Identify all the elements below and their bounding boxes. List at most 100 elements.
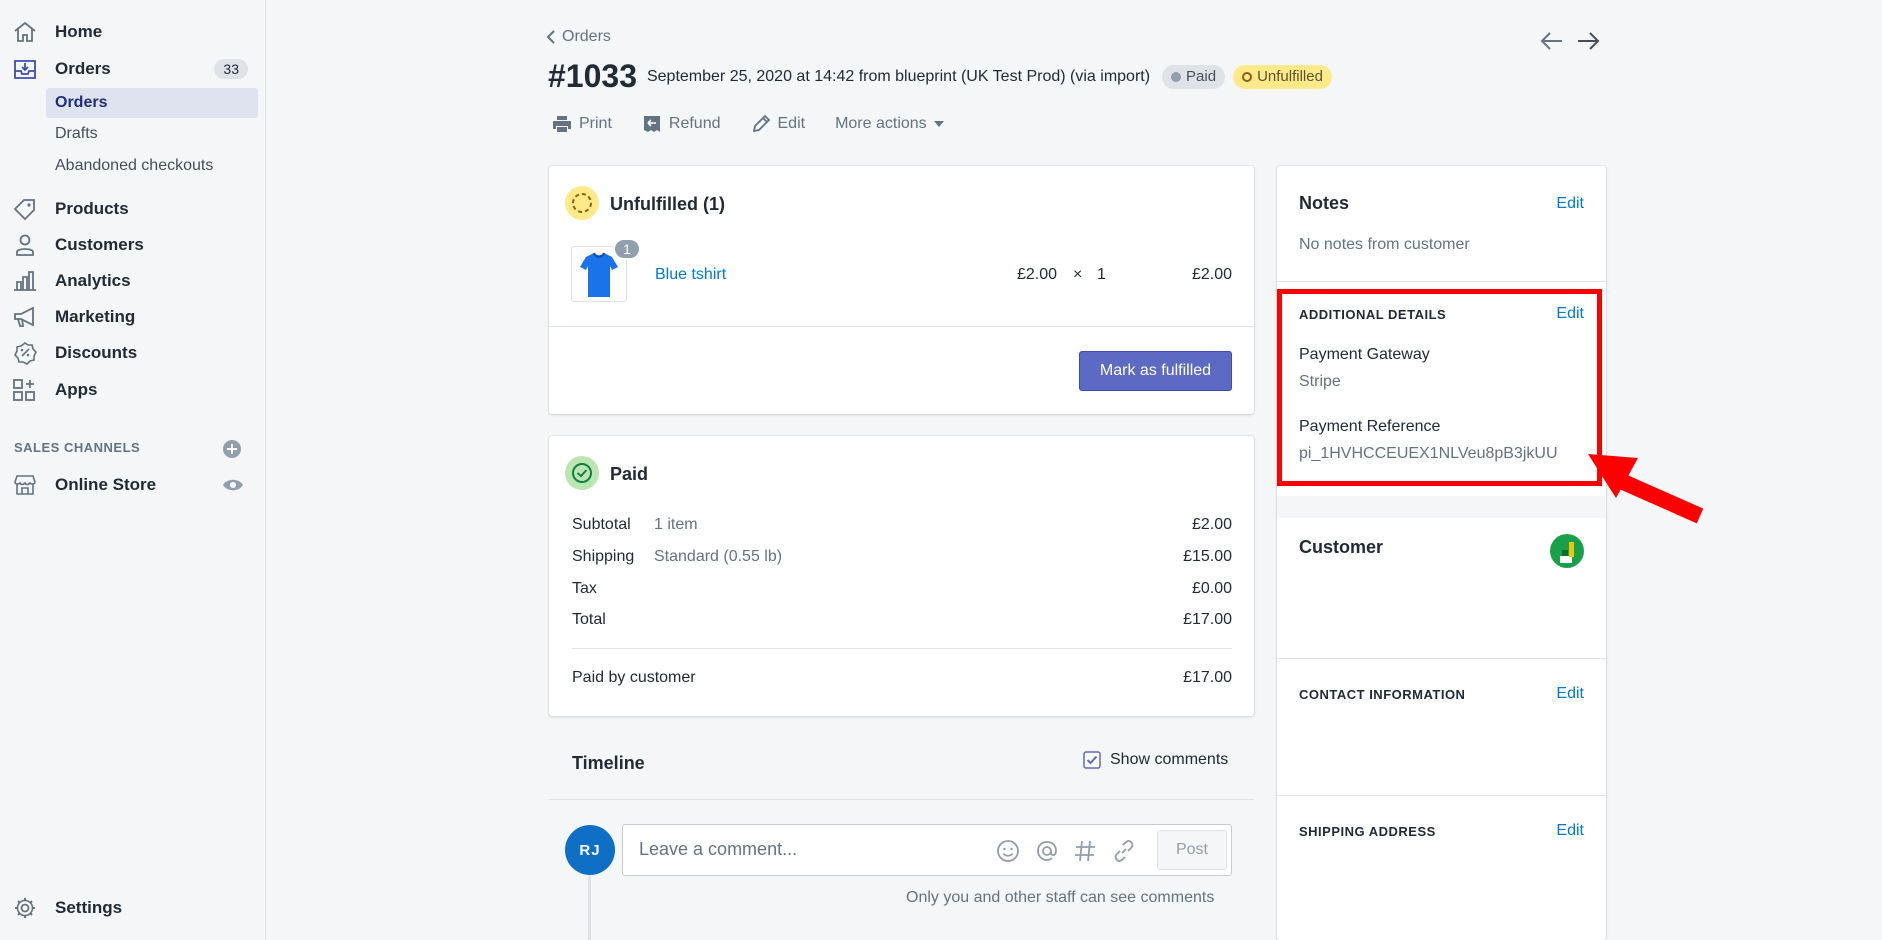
- sidebar-item-apps[interactable]: Apps: [0, 372, 266, 408]
- shipping-label: Shipping: [572, 548, 635, 565]
- shipping-detail: Standard (0.55 lb): [654, 548, 783, 565]
- sidebar-item-settings[interactable]: Settings: [0, 890, 266, 926]
- previous-order-arrow-icon[interactable]: [1540, 30, 1564, 52]
- unfulfilled-title: Unfulfilled (1): [610, 194, 725, 214]
- hashtag-icon[interactable]: [1073, 839, 1097, 863]
- caret-down-icon: [933, 121, 944, 127]
- unfulfilled-card: Unfulfilled (1) 1 Blue tshirt £2.00 × 1 …: [549, 166, 1254, 414]
- sidebar-item-home[interactable]: Home: [0, 14, 266, 50]
- edit-contact-link[interactable]: Edit: [1556, 685, 1584, 703]
- add-sales-channel-icon[interactable]: [222, 439, 242, 459]
- tag-icon: [12, 197, 38, 221]
- paid-title: Paid: [610, 464, 649, 484]
- subtotal-label: Subtotal: [572, 516, 631, 533]
- order-meta: September 25, 2020 at 14:42 from bluepri…: [646, 67, 1151, 85]
- paid-dot-icon: [1171, 71, 1182, 82]
- edit-order-button[interactable]: Edit: [751, 114, 805, 134]
- right-column-card: Notes Edit No notes from customer ADDITI…: [1277, 166, 1606, 940]
- contact-divider: [1277, 795, 1606, 796]
- comment-input[interactable]: Leave a comment...: [639, 839, 797, 860]
- item-times-sign: ×: [1073, 266, 1083, 283]
- customer-avatar[interactable]: [1550, 534, 1584, 568]
- card-divider: [549, 326, 1254, 327]
- timeline-title: Timeline: [572, 753, 645, 773]
- paid-card: Paid Subtotal 1 item £2.00 Shipping Stan…: [549, 436, 1254, 716]
- checkbox-checked-icon: [1083, 751, 1101, 769]
- sidebar-item-orders[interactable]: Orders 33: [0, 51, 266, 87]
- shipping-address-title: SHIPPING ADDRESS: [1299, 824, 1436, 839]
- sidebar: Home Orders 33 Orders Drafts Abandoned c…: [0, 0, 266, 940]
- red-arrow-annotation: [1588, 454, 1704, 524]
- unfulfilled-ring-icon: [1242, 71, 1253, 82]
- refund-button[interactable]: Refund: [642, 115, 721, 133]
- unfulfilled-status-icon: [565, 186, 599, 220]
- pencil-icon: [751, 114, 771, 134]
- mark-as-fulfilled-button[interactable]: Mark as fulfilled: [1079, 351, 1232, 391]
- total-label: Total: [572, 611, 606, 628]
- tax-label: Tax: [572, 580, 597, 597]
- sidebar-item-products[interactable]: Products: [0, 191, 266, 227]
- bar-chart-icon: [12, 269, 38, 293]
- edit-shipping-address-link[interactable]: Edit: [1556, 822, 1584, 840]
- emoji-icon[interactable]: [996, 839, 1020, 863]
- comment-visibility-note: Only you and other staff can see comment…: [906, 889, 1215, 906]
- item-quantity: 1: [1097, 266, 1106, 283]
- mention-icon[interactable]: [1035, 839, 1059, 863]
- edit-notes-link[interactable]: Edit: [1556, 195, 1584, 213]
- megaphone-icon: [12, 305, 38, 329]
- order-number: #1033: [548, 58, 637, 94]
- product-link-blue-tshirt[interactable]: Blue tshirt: [655, 266, 726, 284]
- paid-by-customer-label: Paid by customer: [572, 669, 696, 686]
- subtotal-detail: 1 item: [654, 516, 698, 533]
- subtotal-value: £2.00: [1191, 516, 1232, 533]
- item-unit-price: £2.00: [1017, 266, 1058, 283]
- notes-title: Notes: [1299, 193, 1350, 213]
- sidebar-subitem-drafts[interactable]: Drafts: [46, 119, 258, 149]
- print-button[interactable]: Print: [552, 115, 612, 133]
- view-store-eye-icon[interactable]: [222, 476, 244, 494]
- more-actions-dropdown[interactable]: More actions: [835, 115, 944, 133]
- sidebar-item-analytics[interactable]: Analytics: [0, 263, 266, 299]
- sidebar-item-discounts[interactable]: Discounts: [0, 335, 266, 371]
- show-comments-checkbox[interactable]: Show comments: [1083, 751, 1228, 769]
- paid-divider: [572, 648, 1232, 649]
- customer-avatar-icon: [1560, 542, 1574, 563]
- notes-text: No notes from customer: [1299, 236, 1470, 253]
- sidebar-subitem-orders[interactable]: Orders: [46, 88, 258, 118]
- total-value: £17.00: [1183, 611, 1232, 628]
- refund-icon: [642, 115, 662, 133]
- notes-divider: [1277, 281, 1606, 282]
- sales-channels-title: SALES CHANNELS: [14, 440, 141, 455]
- post-comment-button[interactable]: Post: [1157, 830, 1227, 870]
- breadcrumb-orders[interactable]: Orders: [546, 28, 611, 46]
- highlight-box: [1277, 289, 1602, 486]
- chevron-left-icon: [546, 30, 556, 44]
- avatar: RJ: [565, 825, 615, 875]
- card-gap: [1277, 496, 1606, 518]
- timeline-divider: [549, 799, 1254, 800]
- paid-status-icon: [565, 456, 599, 490]
- customer-divider: [1277, 658, 1606, 659]
- item-line-total: £2.00: [1191, 266, 1232, 283]
- apps-icon: [12, 378, 38, 402]
- gear-icon: [12, 896, 38, 920]
- home-icon: [12, 20, 38, 44]
- next-order-arrow-icon[interactable]: [1576, 30, 1600, 52]
- shipping-value: £15.00: [1183, 548, 1232, 565]
- unfulfilled-status-badge: Unfulfilled: [1233, 64, 1332, 89]
- sidebar-item-customers[interactable]: Customers: [0, 227, 266, 263]
- printer-icon: [552, 115, 572, 133]
- sidebar-subitem-abandoned-checkouts[interactable]: Abandoned checkouts: [46, 151, 258, 181]
- tax-value: £0.00: [1191, 580, 1232, 597]
- quantity-badge: 1: [613, 238, 641, 260]
- paid-by-customer-value: £17.00: [1183, 669, 1232, 686]
- timeline-line: [588, 870, 591, 940]
- store-icon: [12, 473, 38, 497]
- orders-count-badge: 33: [214, 59, 248, 79]
- customer-title: Customer: [1299, 537, 1384, 557]
- sidebar-item-marketing[interactable]: Marketing: [0, 299, 266, 335]
- comment-input-box[interactable]: Leave a comment... Post: [622, 824, 1232, 876]
- attachment-link-icon[interactable]: [1112, 839, 1136, 863]
- paid-status-badge: Paid: [1162, 64, 1226, 89]
- discount-icon: [12, 341, 38, 365]
